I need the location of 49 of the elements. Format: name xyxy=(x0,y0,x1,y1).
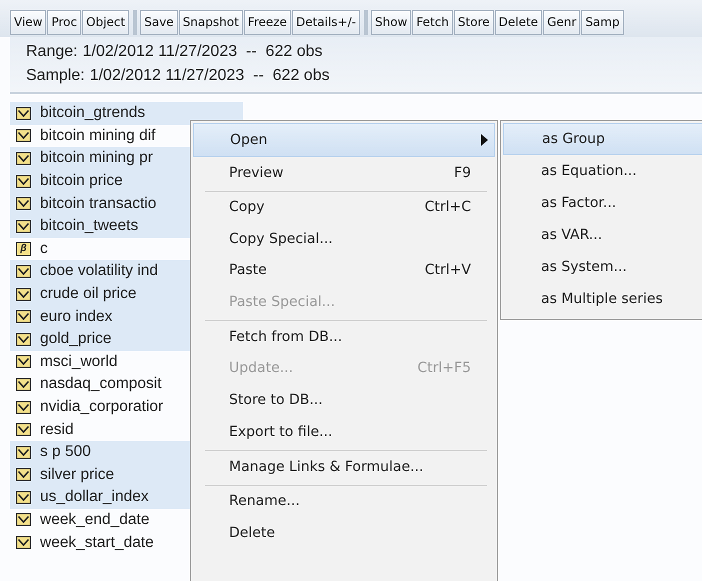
series-icon xyxy=(16,378,31,391)
series-icon xyxy=(16,129,31,142)
sample-label: Sample: xyxy=(26,67,85,84)
menu-item[interactable]: as Multiple series xyxy=(501,283,702,315)
toolbar-button[interactable]: View xyxy=(10,10,46,34)
menu-item[interactable]: Preview F9 xyxy=(191,156,497,192)
series-icon xyxy=(16,288,31,301)
submenu-arrow-icon xyxy=(481,134,488,146)
menu-item[interactable]: Delete xyxy=(191,517,497,548)
series-icon xyxy=(16,446,31,459)
menu-item[interactable]: Open xyxy=(193,123,495,156)
toolbar-button[interactable]: Samp xyxy=(581,10,624,34)
series-icon xyxy=(16,152,31,165)
series-icon xyxy=(16,355,31,368)
series-icon xyxy=(16,423,31,436)
series-icon xyxy=(16,332,31,346)
toolbar-button[interactable]: Fetch xyxy=(412,10,453,34)
series-icon xyxy=(16,197,31,210)
series-icon xyxy=(16,400,31,414)
menu-item[interactable]: as Factor... xyxy=(501,187,702,219)
series-icon xyxy=(16,264,31,278)
toolbar-button[interactable]: Object xyxy=(82,10,130,34)
object-item[interactable]: bitcoin_gtrends xyxy=(10,102,243,125)
range-label: Range: xyxy=(26,43,78,60)
series-icon xyxy=(16,310,31,324)
toolbar-button[interactable]: Delete xyxy=(494,10,542,34)
series-icon xyxy=(16,490,31,504)
menu-item[interactable]: as Group xyxy=(503,123,702,155)
toolbar-button[interactable]: Details+/- xyxy=(292,10,360,34)
toolbar-button[interactable]: Show xyxy=(370,10,412,34)
series-icon xyxy=(16,174,31,188)
series-icon xyxy=(16,106,31,120)
toolbar-button[interactable]: Proc xyxy=(47,10,82,34)
toolbar-button[interactable]: Store xyxy=(454,10,494,34)
menu-item[interactable]: as VAR... xyxy=(501,219,702,251)
menu-item[interactable]: as Equation... xyxy=(501,155,702,187)
toolbar-button[interactable]: Genr xyxy=(543,10,580,34)
menu-item[interactable]: Store to DB... xyxy=(191,384,497,416)
menu-item[interactable]: as System... xyxy=(501,251,702,283)
sample-value: 1/02/2012 11/27/2023 -- 622 obs xyxy=(90,67,330,84)
toolbar-button[interactable]: Save xyxy=(140,10,178,34)
range-value: 1/02/2012 11/27/2023 -- 622 obs xyxy=(82,43,322,60)
series-icon xyxy=(16,220,31,233)
toolbar-button[interactable]: Snapshot xyxy=(178,10,243,34)
coefficient-icon: β xyxy=(16,242,31,256)
series-icon xyxy=(16,536,31,550)
series-icon xyxy=(16,468,31,482)
series-icon xyxy=(16,513,31,526)
toolbar-button[interactable]: Freeze xyxy=(244,10,291,34)
